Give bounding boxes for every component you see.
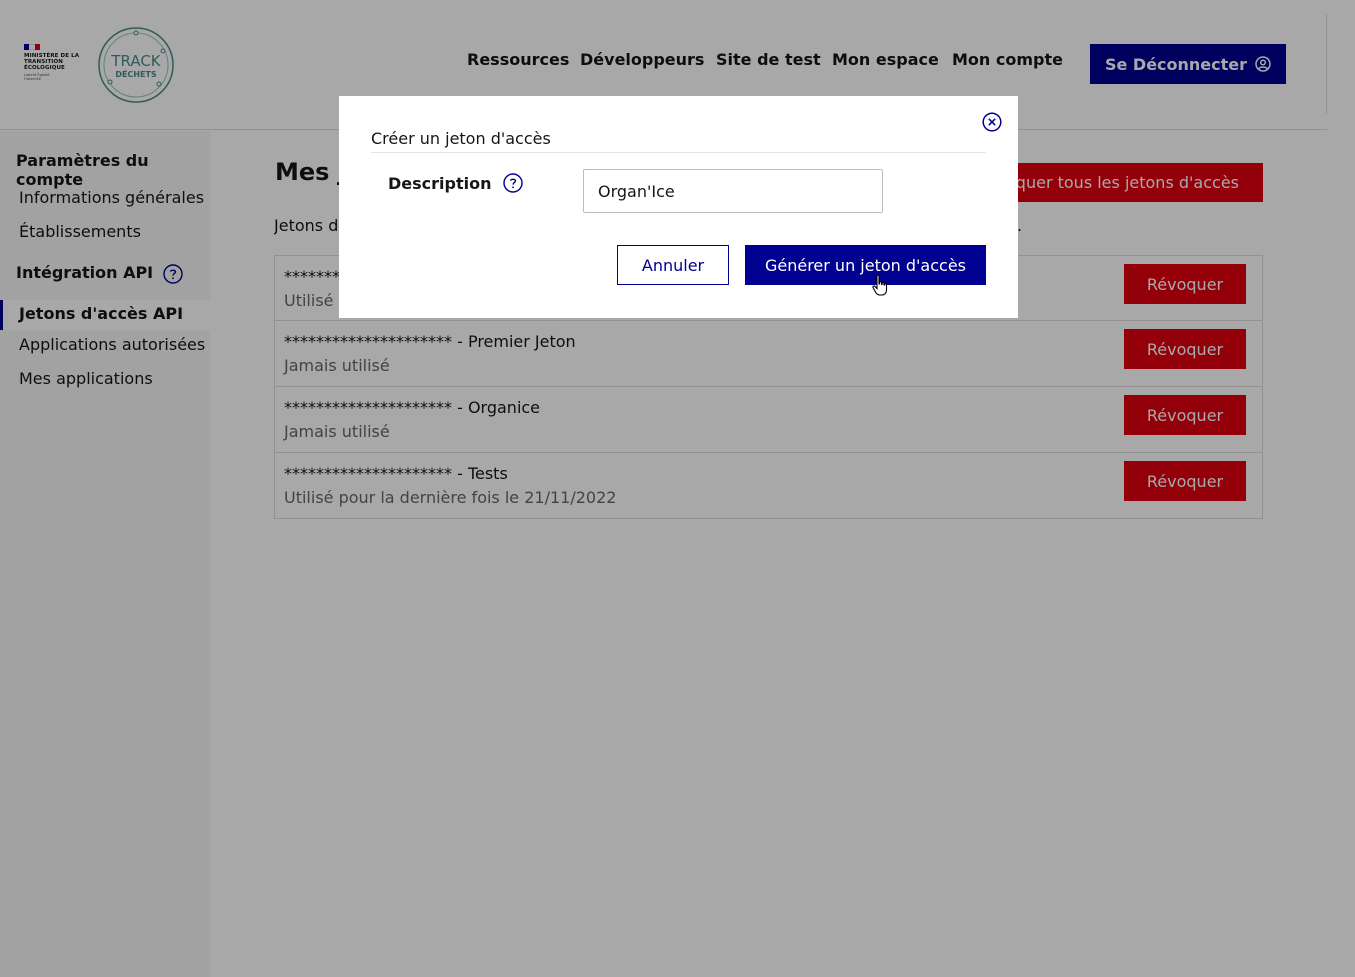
create-token-modal: Créer un jeton d'accès Description Annul…: [339, 96, 1018, 318]
help-icon[interactable]: [503, 173, 524, 193]
cancel-button[interactable]: Annuler: [617, 245, 729, 285]
generate-token-button[interactable]: Générer un jeton d'accès: [745, 245, 986, 285]
modal-title: Créer un jeton d'accès: [371, 129, 551, 148]
description-input[interactable]: [583, 169, 883, 213]
close-icon[interactable]: [982, 112, 1002, 132]
modal-divider: [371, 152, 986, 153]
description-label: Description: [388, 173, 524, 193]
hand-cursor-icon: [872, 274, 888, 296]
description-label-text: Description: [388, 173, 492, 193]
